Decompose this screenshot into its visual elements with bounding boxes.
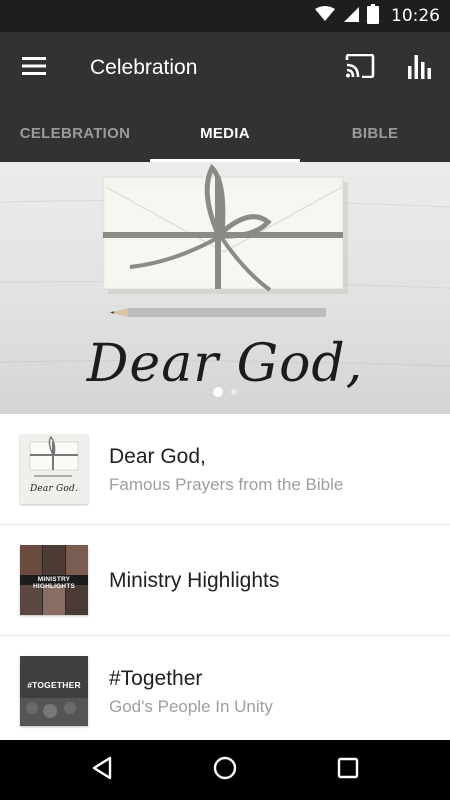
- menu-button[interactable]: [10, 44, 58, 92]
- item-text: Dear God, Famous Prayers from the Bible: [109, 414, 343, 525]
- status-icons: 10:26: [315, 0, 440, 32]
- media-list: Dear God. Dear God, Famous Prayers from …: [0, 414, 450, 747]
- tab-bible[interactable]: BIBLE: [300, 104, 450, 162]
- page-title: Celebration: [90, 56, 198, 79]
- back-icon: [91, 756, 113, 785]
- thumb-caption: Dear God.: [29, 484, 79, 494]
- thumb-caption: #TOGETHER: [27, 680, 81, 690]
- app-bar: Celebration: [0, 32, 450, 104]
- hamburger-menu-icon: [22, 56, 46, 80]
- list-item-ministry-highlights[interactable]: MINISTRY HIGHLIGHTS Ministry Highlights: [0, 525, 450, 636]
- status-time: 10:26: [391, 6, 440, 26]
- wifi-icon: [315, 5, 335, 27]
- item-subtitle: Famous Prayers from the Bible: [109, 474, 344, 494]
- item-title: Dear God,: [109, 444, 206, 468]
- item-text: #Together God's People In Unity: [109, 636, 273, 747]
- carousel-dot-active[interactable]: [213, 387, 223, 397]
- navigation-bar: [0, 740, 450, 800]
- stats-button[interactable]: [396, 44, 444, 92]
- cast-icon: [345, 53, 375, 83]
- carousel-dot[interactable]: [231, 389, 237, 395]
- recents-button[interactable]: [318, 740, 378, 800]
- battery-icon: [367, 3, 379, 29]
- ministry-highlights-thumbnail: MINISTRY HIGHLIGHTS: [20, 545, 88, 615]
- hero-banner[interactable]: Dear God,: [0, 162, 450, 414]
- tab-bar: CELEBRATION MEDIA BIBLE: [0, 104, 450, 162]
- home-icon: [213, 756, 237, 785]
- together-thumbnail: #TOGETHER: [20, 656, 88, 726]
- item-subtitle: God's People In Unity: [109, 696, 273, 716]
- list-item-dear-god[interactable]: Dear God. Dear God, Famous Prayers from …: [0, 414, 450, 525]
- back-button[interactable]: [72, 740, 132, 800]
- dear-god-thumbnail: Dear God.: [20, 434, 88, 504]
- home-button[interactable]: [195, 740, 255, 800]
- status-bar: 10:26: [0, 0, 450, 32]
- carousel-indicator: [0, 386, 450, 398]
- signal-icon: [343, 6, 359, 27]
- list-item-together[interactable]: #TOGETHER #Together God's People In Unit…: [0, 636, 450, 747]
- item-title: Ministry Highlights: [109, 568, 280, 592]
- recents-icon: [337, 757, 359, 784]
- cast-button[interactable]: [336, 44, 384, 92]
- item-title: #Together: [109, 666, 203, 690]
- stats-icon: [407, 53, 433, 84]
- tab-media[interactable]: MEDIA: [150, 104, 300, 162]
- thumb-caption: MINISTRY HIGHLIGHTS: [32, 576, 76, 590]
- hero-title: Dear God,: [86, 334, 364, 394]
- item-text: Ministry Highlights: [109, 525, 279, 636]
- tab-celebration[interactable]: CELEBRATION: [0, 104, 150, 162]
